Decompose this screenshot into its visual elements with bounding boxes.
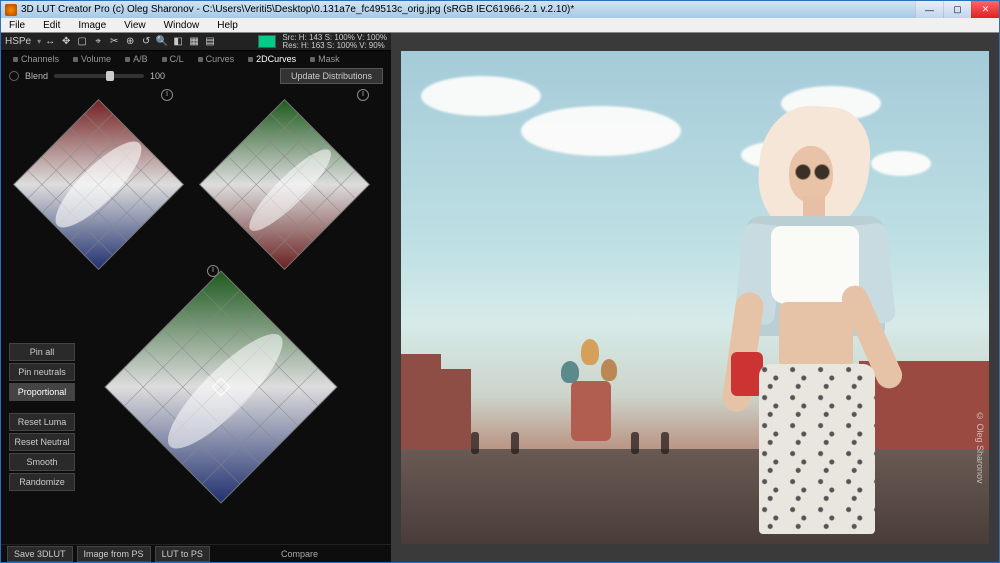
blend-value: 100 bbox=[150, 71, 165, 81]
side-buttons: Pin all Pin neutrals Proportional Reset … bbox=[9, 343, 75, 491]
preview-image: © Oleg Sharonov bbox=[401, 51, 989, 544]
minimize-button[interactable]: — bbox=[915, 1, 943, 18]
smooth-button[interactable]: Smooth bbox=[9, 453, 75, 471]
tab-channels[interactable]: Channels bbox=[7, 53, 65, 65]
grid-red-blue[interactable] bbox=[11, 97, 186, 272]
image-from-ps-button[interactable]: Image from PS bbox=[77, 546, 151, 562]
close-button[interactable]: ✕ bbox=[971, 1, 999, 18]
color-swatch[interactable] bbox=[258, 35, 276, 48]
menu-view[interactable]: View bbox=[120, 20, 150, 31]
pin-all-button[interactable]: Pin all bbox=[9, 343, 75, 361]
tool-rect[interactable]: ▢ bbox=[75, 35, 89, 49]
update-distributions-button[interactable]: Update Distributions bbox=[280, 68, 383, 84]
blend-label: Blend bbox=[25, 71, 48, 81]
menu-image[interactable]: Image bbox=[74, 20, 110, 31]
compare-button[interactable]: Compare bbox=[281, 549, 318, 559]
tool-reset[interactable]: ↺ bbox=[139, 35, 153, 49]
grid-green-blue[interactable] bbox=[101, 267, 341, 507]
grid-green-red[interactable] bbox=[197, 97, 372, 272]
dropdown-icon[interactable]: ▾ bbox=[37, 37, 41, 46]
lut-to-ps-button[interactable]: LUT to PS bbox=[155, 546, 210, 562]
image-credit: © Oleg Sharonov bbox=[975, 411, 985, 484]
menu-edit[interactable]: Edit bbox=[39, 20, 64, 31]
preview-pane[interactable]: © Oleg Sharonov bbox=[391, 33, 999, 562]
app-window: 3D LUT Creator Pro (c) Oleg Sharonov - C… bbox=[0, 0, 1000, 563]
tool-list[interactable]: ▤ bbox=[203, 35, 217, 49]
randomize-button[interactable]: Randomize bbox=[9, 473, 75, 491]
tool-pan[interactable]: ✥ bbox=[59, 35, 73, 49]
window-title: 3D LUT Creator Pro (c) Oleg Sharonov - C… bbox=[21, 4, 915, 15]
app-icon bbox=[5, 4, 17, 16]
titlebar[interactable]: 3D LUT Creator Pro (c) Oleg Sharonov - C… bbox=[1, 1, 999, 18]
reset-luma-button[interactable]: Reset Luma bbox=[9, 413, 75, 431]
tab-2dcurves[interactable]: 2DCurves bbox=[242, 53, 302, 65]
save-3dlut-button[interactable]: Save 3DLUT bbox=[7, 546, 73, 562]
blend-row: Blend 100 Update Distributions bbox=[1, 67, 391, 85]
tool-zoom[interactable]: 🔍 bbox=[155, 35, 169, 49]
grids-area: Pin all Pin neutrals Proportional Reset … bbox=[1, 85, 391, 544]
left-panel: HSPe ▾ ↔ ✥ ▢ ⌖ ✂ ⊕ ↺ 🔍 ◧ ▦ ▤ Src: H: 143… bbox=[1, 33, 391, 562]
tool-cut[interactable]: ✂ bbox=[107, 35, 121, 49]
tool-move[interactable]: ↔ bbox=[43, 35, 57, 49]
tool-target[interactable]: ⌖ bbox=[91, 35, 105, 49]
menubar: File Edit Image View Window Help bbox=[1, 18, 999, 33]
tab-mask[interactable]: Mask bbox=[304, 53, 346, 65]
menu-window[interactable]: Window bbox=[160, 20, 204, 31]
tab-cl[interactable]: C/L bbox=[156, 53, 190, 65]
tool-grid[interactable]: ▦ bbox=[187, 35, 201, 49]
blend-toggle[interactable] bbox=[9, 71, 19, 81]
tab-volume[interactable]: Volume bbox=[67, 53, 117, 65]
tab-ab[interactable]: A/B bbox=[119, 53, 154, 65]
panel-tabs: Channels Volume A/B C/L Curves 2DCurves … bbox=[1, 51, 391, 67]
color-readout: Src: H: 143 S: 100% V: 100% Res: H: 163 … bbox=[282, 34, 387, 50]
tab-curves[interactable]: Curves bbox=[192, 53, 241, 65]
reset-neutral-button[interactable]: Reset Neutral bbox=[9, 433, 75, 451]
tool-split[interactable]: ◧ bbox=[171, 35, 185, 49]
tool-add[interactable]: ⊕ bbox=[123, 35, 137, 49]
proportional-button[interactable]: Proportional bbox=[9, 383, 75, 401]
color-mode[interactable]: HSPe bbox=[5, 36, 31, 47]
toolbar: HSPe ▾ ↔ ✥ ▢ ⌖ ✂ ⊕ ↺ 🔍 ◧ ▦ ▤ Src: H: 143… bbox=[1, 33, 391, 51]
pin-neutrals-button[interactable]: Pin neutrals bbox=[9, 363, 75, 381]
menu-help[interactable]: Help bbox=[213, 20, 242, 31]
menu-file[interactable]: File bbox=[5, 20, 29, 31]
blend-slider[interactable] bbox=[54, 74, 144, 78]
workspace: HSPe ▾ ↔ ✥ ▢ ⌖ ✂ ⊕ ↺ 🔍 ◧ ▦ ▤ Src: H: 143… bbox=[1, 33, 999, 562]
maximize-button[interactable]: ▢ bbox=[943, 1, 971, 18]
bottom-bar: Save 3DLUT Image from PS LUT to PS Compa… bbox=[1, 544, 391, 562]
